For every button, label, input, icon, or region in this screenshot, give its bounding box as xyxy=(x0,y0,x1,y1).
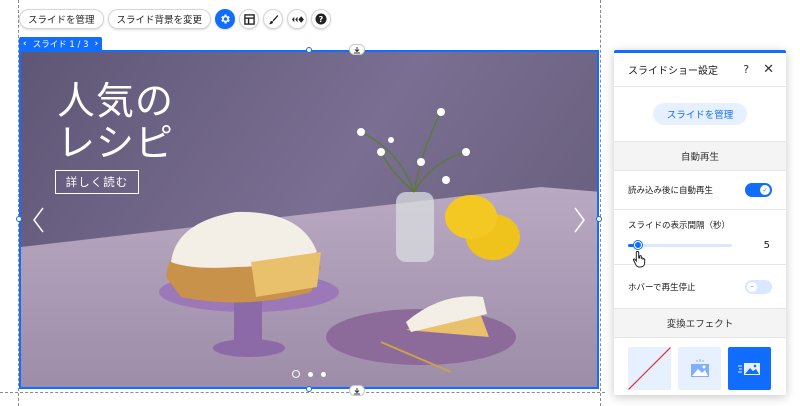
interval-slider-thumb[interactable] xyxy=(634,241,642,249)
panel-title: スライドショー設定 xyxy=(628,66,718,77)
slide-title-line-2: レシピ xyxy=(57,121,175,165)
svg-text:?: ? xyxy=(319,15,324,24)
panel-manage-slides-button[interactable]: スライドを管理 xyxy=(652,103,748,125)
brush-icon xyxy=(268,14,278,24)
transition-effects-section-header: 変換エフェクト xyxy=(614,309,786,338)
panel-close-icon[interactable]: ✕ xyxy=(763,62,774,77)
slideshow-settings-panel: スライドショー設定 ? ✕ スライドを管理 自動再生 読み込み後に自動再生 ✓ … xyxy=(614,50,786,395)
animation-button[interactable] xyxy=(287,9,308,29)
effect-crossfade-option[interactable] xyxy=(678,347,721,390)
manage-slides-area: スライドを管理 xyxy=(614,87,786,142)
slide-dot-3[interactable] xyxy=(321,371,326,377)
read-more-button[interactable]: 詳しく読む xyxy=(55,170,139,194)
help-button[interactable]: ? xyxy=(311,9,332,29)
autoplay-on-load-label: 読み込み後に自動再生 xyxy=(628,186,714,196)
interval-slider-block: スライドの表示間隔（秒） 5 xyxy=(614,210,786,268)
interval-label: スライドの表示間隔（秒） xyxy=(628,221,731,231)
interval-value[interactable]: 5 xyxy=(764,240,770,251)
animation-icon xyxy=(291,15,304,23)
resize-handle-top[interactable] xyxy=(306,47,312,53)
bottom-guide-line xyxy=(0,392,605,393)
download-icon xyxy=(354,46,360,53)
slide-dot-2[interactable] xyxy=(308,371,313,377)
no-effect-icon xyxy=(628,347,671,390)
panel-help-icon[interactable]: ? xyxy=(743,63,749,76)
help-icon: ? xyxy=(315,13,327,25)
resize-handle-bottom[interactable] xyxy=(306,386,312,392)
autoplay-section-header: 自動再生 xyxy=(614,142,786,171)
effect-none-option[interactable] xyxy=(628,347,671,390)
slide-indicator: ‹ スライド 1 / 3 › xyxy=(19,37,103,50)
panel-header: スライドショー設定 ? ✕ xyxy=(614,53,786,87)
slide-title[interactable]: 人気の レシピ xyxy=(57,80,174,164)
pause-on-hover-row: ホバーで再生停止 – xyxy=(614,265,786,309)
next-slide-arrow-icon[interactable] xyxy=(571,206,587,234)
transition-effects-options xyxy=(614,338,786,395)
element-toolbar: スライドを管理 スライド背景を変更 ? xyxy=(19,8,332,30)
autoplay-on-load-toggle[interactable]: ✓ xyxy=(745,183,772,197)
slide-indicator-label: スライド 1 / 3 xyxy=(32,39,89,50)
stretch-anchor-bottom[interactable] xyxy=(349,385,365,396)
settings-button[interactable] xyxy=(215,9,236,29)
previous-slide-arrow-icon[interactable] xyxy=(31,206,47,234)
hand-cursor-icon xyxy=(632,250,646,268)
check-icon: ✓ xyxy=(760,185,770,195)
gear-icon xyxy=(221,14,230,24)
design-button[interactable] xyxy=(263,9,284,29)
next-slide-chevron[interactable]: › xyxy=(95,39,99,49)
layout-button[interactable] xyxy=(239,9,260,29)
previous-slide-chevron[interactable]: ‹ xyxy=(23,39,27,49)
right-guide-line xyxy=(600,0,601,406)
pause-on-hover-label: ホバーで再生停止 xyxy=(628,282,696,293)
effect-slide-option[interactable] xyxy=(728,347,771,390)
resize-handle-left[interactable] xyxy=(16,216,22,222)
slide-title-line-1: 人気の xyxy=(57,79,175,123)
download-icon xyxy=(354,387,360,394)
slide-dots xyxy=(292,370,326,378)
minus-icon: – xyxy=(747,281,757,292)
slideshow[interactable]: 人気の レシピ 詳しく読む xyxy=(19,50,599,389)
pause-on-hover-toggle[interactable]: – xyxy=(745,279,772,294)
resize-handle-right[interactable] xyxy=(596,216,602,222)
interval-slider[interactable] xyxy=(628,241,732,249)
crossfade-image-icon xyxy=(690,358,709,377)
layout-icon xyxy=(243,13,255,25)
change-slide-background-button[interactable]: スライド背景を変更 xyxy=(107,9,212,29)
stretch-anchor-top[interactable] xyxy=(349,44,365,55)
slide-image-icon xyxy=(737,362,760,375)
manage-slides-button[interactable]: スライドを管理 xyxy=(19,9,104,29)
slide-dot-1[interactable] xyxy=(292,370,300,378)
autoplay-on-load-row: 読み込み後に自動再生 ✓ xyxy=(614,171,786,210)
